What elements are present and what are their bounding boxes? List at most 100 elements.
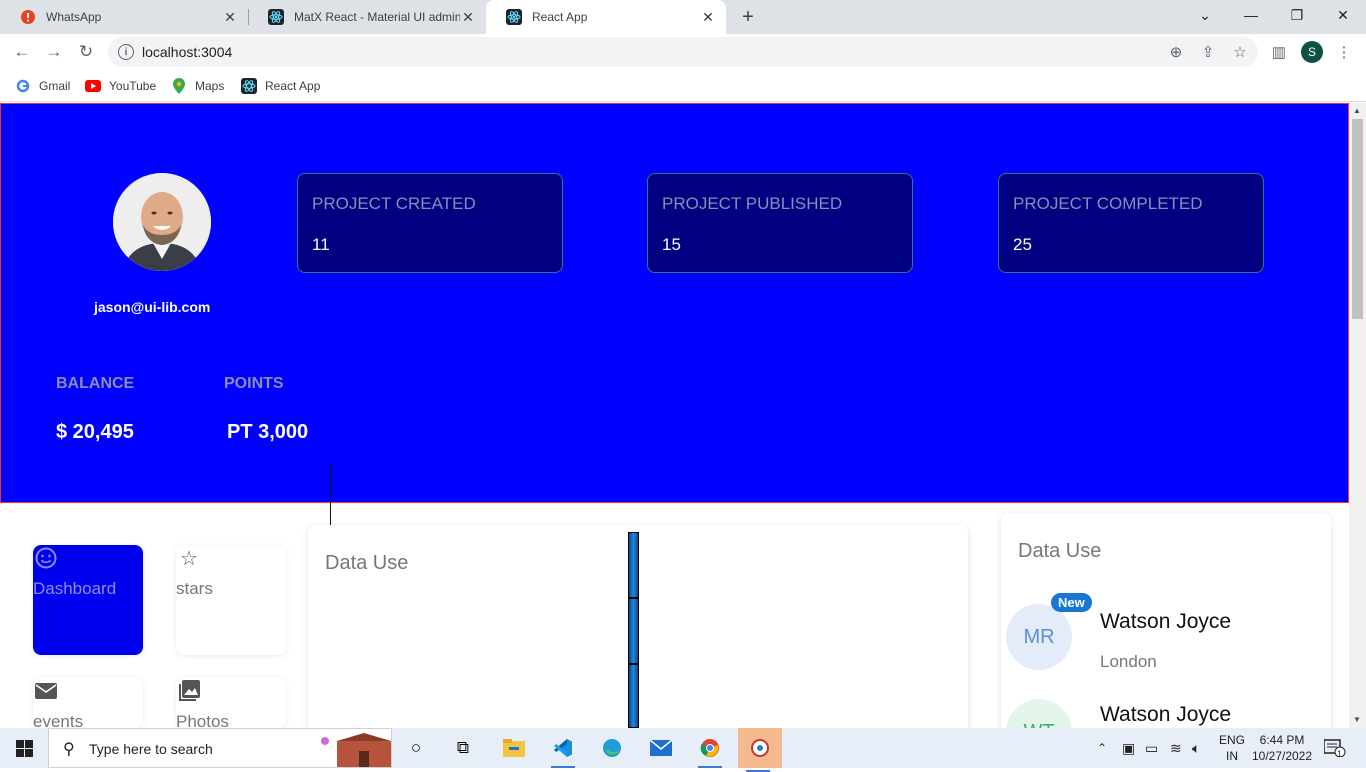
notification-button[interactable]: 1 [1324,728,1346,768]
tab-title: WhatsApp [46,10,102,24]
contact-city: London [1100,652,1157,671]
bookmark-label: YouTube [109,79,157,93]
browser-tab-bar: WhatsApp ✕ MatX React - Material UI admi… [0,0,1366,34]
windows-taskbar: ⚲ Type here to search ○ ⧉ ⌃ ▣ ▭ ≋ 🔈︎ ENG… [0,728,1366,772]
reload-button[interactable]: ↻ [74,40,98,64]
nav-card-label: Dashboard [33,579,117,598]
scroll-up-icon[interactable]: ▲ [1353,106,1361,115]
contacts-panel: Data Use MR New Watson Joyce London WT W… [1001,513,1331,765]
bookmark-label: Maps [195,79,225,93]
stat-value: 25 [1013,235,1032,254]
page-scrollbar[interactable]: ▲ ▼ [1349,103,1366,728]
panel-title: Data Use [325,552,409,574]
clock-time: 6:44 PM [1259,733,1305,747]
nav-card-dashboard[interactable]: Dashboard [33,545,143,655]
search-placeholder: Type here to search [89,741,213,757]
info-icon[interactable]: i [118,44,134,60]
stat-card-completed: PROJECT COMPLETED 25 [998,173,1264,273]
clock[interactable]: 6:44 PM 10/27/2022 [1252,728,1312,768]
avatar[interactable] [113,173,211,271]
nav-card-events[interactable]: events [33,678,143,731]
stat-card-created: PROJECT CREATED 11 [297,173,563,273]
battery-icon[interactable]: ▭ [1145,728,1158,768]
back-button[interactable]: ← [10,40,34,64]
browser-toolbar: ← → ↻ i localhost:3004 ⊕ ⇪ ☆ ▥ S ⋮ [0,34,1366,70]
react-icon [241,78,257,94]
task-view-icon[interactable]: ⧉ [443,732,483,764]
chart-bar-segment [628,664,639,728]
youtube-icon [85,78,101,94]
new-badge: New [1051,593,1092,612]
region-text: IN [1226,749,1238,763]
wifi-icon[interactable]: ≋ [1170,728,1182,768]
bookmark-react-app[interactable]: React App [241,77,320,95]
paint-app-icon[interactable] [738,728,782,772]
minimize-button[interactable]: — [1228,0,1274,30]
close-icon[interactable]: ✕ [700,9,716,25]
nav-card-stars[interactable]: ☆ stars [176,545,286,655]
chrome-icon[interactable] [690,732,730,768]
mail-app-icon[interactable] [641,732,681,764]
panel-title: Data Use [1018,540,1102,562]
edge-icon[interactable] [592,732,632,764]
side-panel-icon[interactable]: ▥ [1268,41,1290,63]
windows-start-icon[interactable] [4,732,44,764]
tab-matx[interactable]: MatX React - Material UI admin d ✕ [248,0,486,34]
close-icon[interactable]: ✕ [222,9,238,25]
volume-icon[interactable]: 🔈︎ [1192,728,1200,768]
bookmark-maps[interactable]: Maps [171,77,224,95]
address-bar[interactable]: i localhost:3004 [108,37,1258,67]
tab-whatsapp[interactable]: WhatsApp ✕ [0,0,248,34]
taskbar-search[interactable]: ⚲ Type here to search [48,728,392,768]
smiley-icon [34,546,58,570]
tray-chevron-icon[interactable]: ⌃ [1097,728,1107,768]
file-explorer-icon[interactable] [494,732,534,764]
bookmark-youtube[interactable]: YouTube [85,77,156,95]
contact-avatar[interactable]: MR [1006,604,1072,670]
stat-label: PROJECT COMPLETED [1013,194,1203,213]
maps-pin-icon [171,78,187,94]
restore-button[interactable]: ❐ [1274,0,1320,30]
notification-count: 1 [1337,749,1343,759]
language-text: ENG [1219,733,1246,747]
scroll-thumb[interactable] [1352,119,1363,319]
stat-value: 11 [312,235,330,254]
tab-search-icon[interactable]: ⌄ [1182,0,1228,30]
scroll-down-icon[interactable]: ▼ [1353,715,1361,724]
cortana-icon[interactable]: ○ [396,732,436,764]
bookmark-gmail[interactable]: Gmail [15,77,70,95]
google-icon [15,78,31,94]
nav-card-photos[interactable]: Photos [176,678,286,731]
points-value: PT 3,000 [227,421,309,443]
user-email: jason@ui-lib.com [94,299,211,315]
balance-value: $ 20,495 [56,421,134,443]
close-window-button[interactable]: ✕ [1320,0,1366,30]
stat-card-published: PROJECT PUBLISHED 15 [647,173,913,273]
language-indicator[interactable]: ENG IN [1219,728,1245,768]
tab-react-app[interactable]: React App ✕ [486,0,726,34]
tab-title: MatX React - Material UI admin d [294,10,460,24]
contact-name: Watson Joyce [1100,610,1232,633]
search-highlight-icon [317,733,393,772]
search-icon: ⚲ [63,741,75,758]
stat-label: PROJECT CREATED [312,194,476,213]
stat-value: 15 [662,235,681,254]
new-tab-button[interactable]: + [737,6,759,28]
nav-card-label: stars [176,579,213,598]
stat-label: PROJECT PUBLISHED [662,194,843,213]
bookmark-star-icon[interactable]: ☆ [1229,41,1251,63]
menu-icon[interactable]: ⋮ [1333,41,1355,63]
meet-now-icon[interactable]: ▣ [1122,728,1135,768]
profile-avatar[interactable]: S [1301,41,1323,63]
alert-icon [20,9,36,25]
contact-name: Watson Joyce [1100,703,1232,726]
balance-label: BALANCE [56,375,135,392]
zoom-icon[interactable]: ⊕ [1165,41,1187,63]
share-icon[interactable]: ⇪ [1197,41,1219,63]
star-icon: ☆ [180,547,198,570]
vscode-icon[interactable] [543,732,583,768]
clock-date: 10/27/2022 [1251,749,1313,763]
points-label: POINTS [224,375,284,392]
forward-button[interactable]: → [42,40,66,64]
close-icon[interactable]: ✕ [460,9,476,25]
